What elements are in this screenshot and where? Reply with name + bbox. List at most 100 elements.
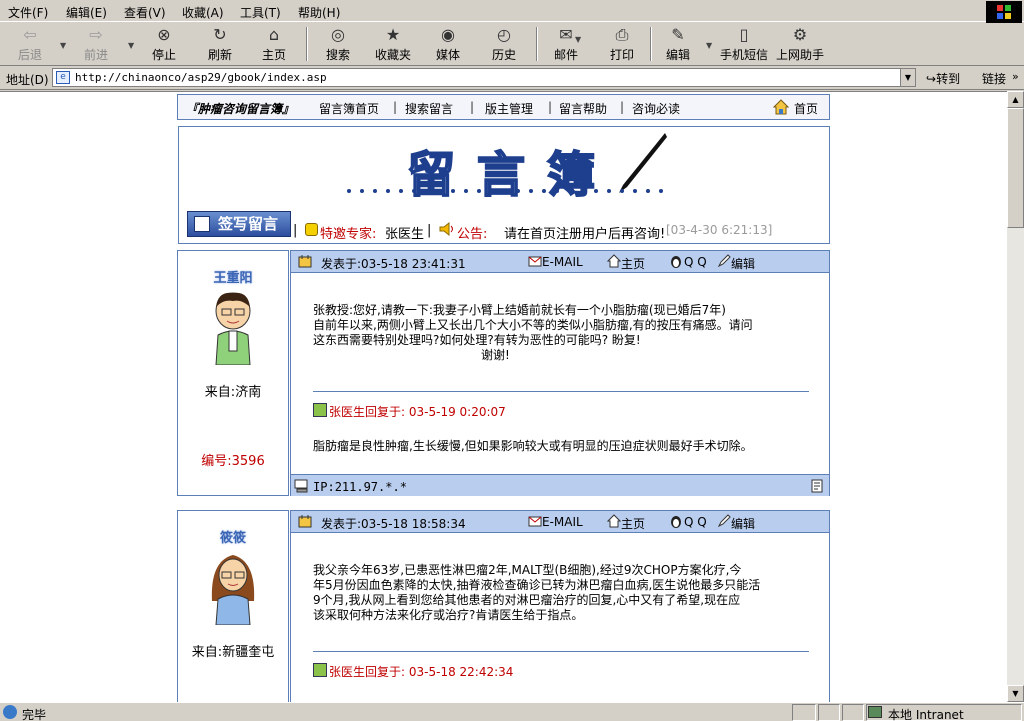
reply-icon xyxy=(313,403,327,417)
back-button[interactable]: ⇦ 后退 xyxy=(10,25,50,65)
edit-dropdown-icon[interactable]: ▼ xyxy=(706,41,712,50)
homepage-link[interactable]: 主页 xyxy=(621,255,645,272)
address-label: 地址(D) xyxy=(6,73,49,87)
nav-search[interactable]: 搜索留言 xyxy=(405,100,453,117)
menu-view[interactable]: 查看(V) xyxy=(124,4,166,21)
email-link[interactable]: E-MAIL xyxy=(542,255,583,269)
qq-link[interactable]: Q Q xyxy=(684,515,707,529)
edit-post-link[interactable]: 编辑 xyxy=(731,515,755,532)
post-body-line: 谢谢! xyxy=(481,348,510,362)
address-input[interactable]: e http://chinaonco/asp29/gbook/index.asp xyxy=(52,68,916,87)
history-label: 历史 xyxy=(491,48,516,62)
nav-guestbook-home[interactable]: 留言簿首页 xyxy=(319,100,379,117)
mail-dropdown-icon[interactable]: ▼ xyxy=(575,35,581,44)
nav-separator: | xyxy=(470,100,475,114)
author-from: 来自:新疆奎屯 xyxy=(191,645,275,660)
scroll-up-icon[interactable]: ▲ xyxy=(1007,91,1024,108)
edit-label: 编辑 xyxy=(665,48,690,62)
vertical-scrollbar[interactable]: ▲ ▼ xyxy=(1007,91,1024,702)
expert-name[interactable]: 张医生 xyxy=(385,223,424,242)
post-body: 张教授:您好,请教一下:我妻子小臂上结婚前就长有一个小脂肪瘤(现已婚后7年) 自… xyxy=(313,303,809,363)
links-chevron-icon[interactable]: » xyxy=(1012,70,1019,83)
nav-separator: | xyxy=(393,100,398,114)
media-label: 媒体 xyxy=(435,48,460,62)
menu-favorites[interactable]: 收藏(A) xyxy=(182,4,224,21)
author-name[interactable]: 王重阳 xyxy=(178,267,288,286)
post-header: 发表于:03-5-18 18:58:34 E-MAIL 主页 Q Q 编辑 xyxy=(291,511,829,533)
post-time-icon xyxy=(298,255,312,268)
email-icon xyxy=(528,516,542,527)
qq-penguin-icon xyxy=(671,256,681,268)
forward-dropdown-icon[interactable]: ▼ xyxy=(128,41,134,50)
post-body-line: 张教授:您好,请教一下:我妻子小臂上结婚前就长有一个小脂肪瘤(现已婚后7年) xyxy=(313,303,726,317)
toolbar-separator xyxy=(650,27,652,61)
back-dropdown-icon[interactable]: ▼ xyxy=(60,41,66,50)
notice-date: [03-4-30 6:21:13] xyxy=(666,223,773,237)
ie-page-icon xyxy=(3,705,17,719)
go-button[interactable]: ↪转到 xyxy=(926,70,960,87)
address-dropdown-icon[interactable]: ▼ xyxy=(900,68,916,87)
forward-button[interactable]: ⇨ 前进 xyxy=(76,25,116,65)
toolbar: ⇦ 后退 ▼ ⇨ 前进 ▼ ⊗ 停止 ↻ 刷新 ⌂ 主页 ◎ 搜索 ★ 收藏夹 ◉ 媒体 ◴ 历史… xyxy=(0,23,1024,66)
assistant-button[interactable]: ⚙ 上网助手 xyxy=(774,25,826,65)
reply-post-icon[interactable] xyxy=(811,479,825,493)
post-body-line: 9个月,我从网上看到您给其他患者的对淋巴瘤治疗的回复,心中又有了希望,现在应 xyxy=(313,593,741,607)
search-label: 搜索 xyxy=(325,48,350,62)
status-cell xyxy=(818,704,840,721)
email-link[interactable]: E-MAIL xyxy=(542,515,583,529)
homepage-link[interactable]: 主页 xyxy=(621,515,645,532)
edit-button[interactable]: ✎ 编辑 xyxy=(658,25,698,65)
menu-tools[interactable]: 工具(T) xyxy=(240,4,281,21)
post-header: 发表于:03-5-18 23:41:31 E-MAIL 主页 Q Q 编辑 xyxy=(291,251,829,273)
edit-post-link[interactable]: 编辑 xyxy=(731,255,755,272)
homepage-icon xyxy=(607,514,621,528)
post-number: 编号:3596 xyxy=(201,454,265,469)
nav-must-read[interactable]: 咨询必读 xyxy=(632,100,680,117)
post-body-line: 年5月份因血色素降的太快,抽脊液检查确诊已转为淋巴瘤白血病,医生说他最多只能活 xyxy=(313,578,761,592)
nav-admin[interactable]: 版主管理 xyxy=(485,100,533,117)
author-name[interactable]: 筱筱 xyxy=(178,527,288,546)
reply-time: 03-5-19 0:20:07 xyxy=(408,405,506,419)
toolbar-separator xyxy=(306,27,308,61)
favorites-button[interactable]: ★ 收藏夹 xyxy=(370,25,416,65)
nav-separator: | xyxy=(620,100,625,114)
homepage-icon xyxy=(607,254,621,268)
mail-button[interactable]: ✉ 邮件 xyxy=(546,25,586,65)
history-button[interactable]: ◴ 历史 xyxy=(484,25,524,65)
address-bar: 地址(D) e http://chinaonco/asp29/gbook/ind… xyxy=(0,66,1024,90)
search-button[interactable]: ◎ 搜索 xyxy=(316,25,360,65)
stop-icon: ⊗ xyxy=(157,25,171,44)
menu-file[interactable]: 文件(F) xyxy=(8,4,48,21)
security-zone: 本地 Intranet xyxy=(888,708,964,721)
post-footer: IP:211.97.*.* xyxy=(291,474,829,496)
forward-arrow-icon: ⇨ xyxy=(89,25,103,44)
print-button[interactable]: ⎙ 打印 xyxy=(602,25,642,65)
nav-home-link[interactable]: 首页 xyxy=(794,100,818,117)
qq-link[interactable]: Q Q xyxy=(684,255,707,269)
male-avatar-icon xyxy=(215,292,251,365)
menu-help[interactable]: 帮助(H) xyxy=(298,4,340,21)
post-time: 发表于:03-5-18 23:41:31 xyxy=(321,257,466,271)
mobile-phone-icon: ▯ xyxy=(739,25,749,44)
write-message-button[interactable]: 签写留言 xyxy=(187,211,291,237)
links-button[interactable]: 链接 xyxy=(982,70,1006,87)
sms-label: 手机短信 xyxy=(719,48,768,62)
home-label: 主页 xyxy=(261,48,286,62)
scroll-down-icon[interactable]: ▼ xyxy=(1007,685,1024,702)
refresh-button[interactable]: ↻ 刷新 xyxy=(200,25,240,65)
go-label: 转到 xyxy=(936,72,961,86)
edit-post-icon xyxy=(717,254,731,268)
post-ip: IP:211.97.*.* xyxy=(313,480,407,494)
qq-penguin-icon xyxy=(671,516,681,528)
status-cell xyxy=(792,704,816,721)
go-arrow-icon: ↪ xyxy=(926,72,937,86)
nav-help[interactable]: 留言帮助 xyxy=(559,100,607,117)
post-author-panel: 王重阳 来自:济南 编号:3596 xyxy=(177,250,289,496)
home-button[interactable]: ⌂ 主页 xyxy=(254,25,294,65)
menu-edit[interactable]: 编辑(E) xyxy=(66,4,107,21)
scroll-thumb[interactable] xyxy=(1007,108,1024,228)
stop-button[interactable]: ⊗ 停止 xyxy=(144,25,184,65)
sms-button[interactable]: ▯ 手机短信 xyxy=(718,25,770,65)
media-button[interactable]: ◉ 媒体 xyxy=(428,25,468,65)
assistant-icon: ⚙ xyxy=(792,25,808,44)
